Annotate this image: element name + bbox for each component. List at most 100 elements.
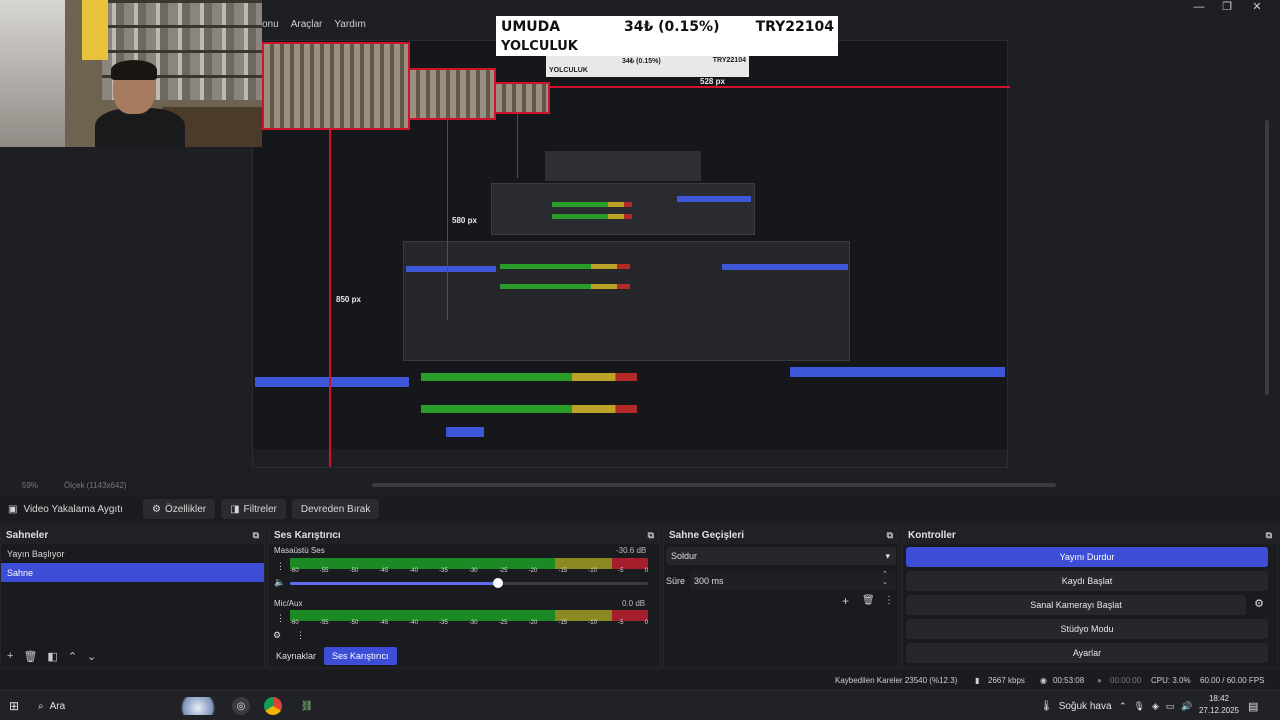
guide-label: 850 px [336, 295, 361, 304]
zoom-scale[interactable]: Ölçek (1143x642) [64, 481, 127, 490]
tab-audio-mixer[interactable]: Ses Karıştırıcı [324, 647, 397, 665]
more-icon[interactable]: ⋮ [276, 561, 285, 572]
nested-preview-mid [491, 183, 755, 235]
more-icon[interactable]: ⋮ [884, 595, 894, 606]
stop-stream-button[interactable]: Yayını Durdur [906, 547, 1268, 567]
properties-button[interactable]: ⚙ Özellikler [143, 499, 216, 519]
streamer [95, 60, 185, 147]
duration-stepper[interactable]: ⌃ ⌄ [882, 571, 888, 587]
app-icon[interactable]: ⛓ [298, 697, 316, 715]
preview-scrollbar-horizontal[interactable] [372, 483, 1056, 487]
add-icon[interactable]: + [842, 594, 849, 608]
weather-status[interactable]: 🌡 Soğuk hava [1040, 697, 1112, 715]
nested-blue-bar [406, 266, 496, 272]
chevron-down-icon: ▾ [885, 550, 890, 561]
meter-tick-label: -15 [558, 568, 568, 574]
weather-widget-image[interactable] [176, 697, 220, 715]
webcam-feed [0, 0, 262, 147]
chevron-down-icon[interactable]: ⌄ [87, 650, 96, 663]
scene-item-yayin-basliyor[interactable]: Yayın Başlıyor [1, 544, 264, 563]
gear-icon[interactable]: ⚙ [1250, 597, 1268, 615]
settings-button[interactable]: Ayarlar [906, 643, 1268, 663]
filters-button[interactable]: ◨ Filtreler [221, 499, 286, 519]
menu-bar: onu Araçlar Yardım [262, 16, 366, 32]
meter-tick-label: -25 [498, 620, 508, 626]
undock-icon[interactable]: ⧉ [1266, 530, 1272, 541]
start-recording-button[interactable]: Kaydı Başlat [906, 571, 1268, 591]
filter-icon[interactable]: ◧ [47, 650, 57, 663]
gear-icon[interactable]: ⚙ [273, 630, 281, 641]
meter-tick-label: -35 [439, 620, 448, 626]
meter-tick-label: -45 [379, 568, 389, 574]
maximize-button[interactable]: ❐ [1212, 0, 1242, 16]
duration-input[interactable]: 300 ms [690, 572, 896, 590]
meter-scale: -60 -55 -50 -45 -40 -35 -30 -25 -20 -15 -10 -5 0 [290, 568, 648, 576]
source-selected: ▣ Video Yakalama Aygıtı [8, 504, 143, 515]
deactivate-button[interactable]: Devreden Bırak [291, 499, 380, 519]
ticker-name: UMUDA [501, 19, 561, 35]
camera-frame [408, 68, 496, 120]
status-bar: Kaybedilen Kareler 23540 (%12.3) ▮ 2667 … [0, 670, 1280, 690]
chevron-up-icon[interactable]: ⌃ [68, 650, 77, 663]
minimize-button[interactable]: — [1184, 0, 1214, 16]
stock-ticker-nested: YOLCULUK 34₺ (0.15%) TRY22104 [546, 55, 749, 77]
scenes-title: Sahneler [6, 529, 49, 541]
menu-item-help[interactable]: Yardım [334, 19, 366, 30]
ticker-code: TRY22104 [755, 19, 834, 35]
system-tray[interactable]: ⌃ 🎙 ◈ ▭ 🔊 [1119, 697, 1193, 715]
nested-control-highlight [790, 367, 1005, 377]
menu-item-tools[interactable]: Araçlar [291, 19, 323, 30]
search-label: Ara [49, 700, 66, 712]
scene-item-sahne[interactable]: Sahne [1, 563, 264, 582]
mic-icon[interactable]: 🎙 [1134, 701, 1145, 712]
notification-icon[interactable]: ▤ [1248, 697, 1258, 715]
thermometer-icon: 🌡 [1040, 700, 1053, 712]
clock[interactable]: 18:42 27.12.2025 [1198, 693, 1240, 717]
shield-icon[interactable]: ◈ [1152, 701, 1159, 712]
chevron-up-icon[interactable]: ⌃ [1119, 701, 1127, 712]
network-icon[interactable]: ▭ [1166, 701, 1175, 712]
chrome-icon[interactable] [264, 697, 282, 715]
undock-icon[interactable]: ⧉ [887, 530, 893, 541]
mixer-title: Ses Karıştırıcı [274, 529, 341, 541]
undock-icon[interactable]: ⧉ [648, 530, 654, 541]
speaker-icon[interactable]: 🔈 [274, 577, 285, 588]
guide-label: 580 px [452, 216, 477, 225]
meter-tick-label: -40 [409, 568, 418, 574]
stock-ticker: UMUDA YOLCULUK 34₺ (0.15%) TRY22104 [496, 16, 838, 56]
gear-icon: ⚙ [152, 503, 161, 515]
volume-slider-desktop[interactable] [492, 578, 503, 588]
trash-icon[interactable]: 🗑 [23, 650, 37, 663]
nested-scene-highlight [255, 377, 409, 387]
close-button[interactable]: ✕ [1242, 0, 1272, 16]
more-icon[interactable]: ⋮ [276, 613, 285, 624]
tab-sources[interactable]: Kaynaklar [268, 647, 324, 665]
meter-scale: -60 -55 -50 -45 -40 -35 -30 -25 -20 -15 -10 -5 0 [290, 620, 648, 628]
preview-scrollbar-vertical[interactable] [1265, 120, 1269, 395]
meter-tick-label: -5 [618, 568, 624, 574]
start-virtual-camera-button[interactable]: Sanal Kamerayı Başlat [906, 595, 1246, 615]
add-icon[interactable]: + [7, 650, 13, 662]
meter-tick-label: -30 [468, 568, 478, 574]
more-icon[interactable]: ⋮ [296, 630, 305, 641]
meter-tick-label: -50 [349, 620, 359, 626]
zoom-percent[interactable]: 59% [22, 481, 38, 490]
channel-name-desktop: Masaüstü Ses [274, 546, 325, 555]
record-icon: ● [1097, 676, 1102, 685]
trash-icon[interactable]: 🗑 [862, 595, 875, 606]
obs-app-icon[interactable]: ◎ [232, 697, 250, 715]
deactivate-label: Devreden Bırak [300, 503, 371, 515]
ticker-nested-price: 34₺ (0.15%) [622, 58, 661, 65]
nested-blue-bar [677, 196, 751, 202]
undock-icon[interactable]: ⧉ [253, 530, 259, 541]
background-door [0, 0, 65, 147]
meter-tick-label: -25 [498, 568, 508, 574]
nested-meter [552, 214, 632, 219]
transition-select[interactable]: Soldur ▾ [666, 547, 896, 565]
menu-item[interactable]: onu [262, 19, 279, 30]
volume-icon[interactable]: 🔊 [1181, 701, 1192, 712]
windows-start-icon[interactable]: ⊞ [9, 697, 19, 715]
mixer-header: Ses Karıştırıcı ⧉ [269, 526, 659, 544]
taskbar-search[interactable]: ⌕ Ara [38, 697, 65, 715]
studio-mode-button[interactable]: Stüdyo Modu [906, 619, 1268, 639]
